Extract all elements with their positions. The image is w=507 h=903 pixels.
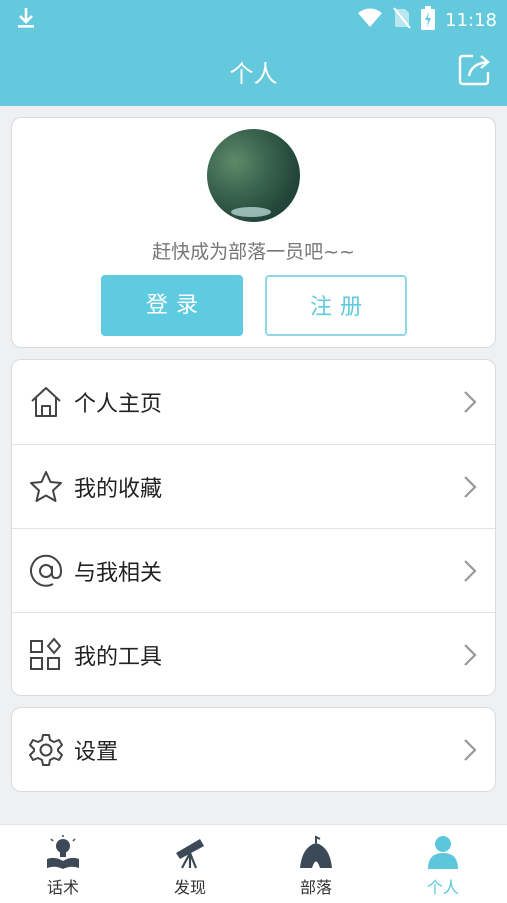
menu-item-tools[interactable]: 我的工具 (12, 612, 495, 696)
menu-item-label: 个人主页 (74, 392, 163, 417)
menu-card: 个人主页 我的收藏 与我相关 我的工具 (11, 359, 496, 696)
app-header: 11:18 个人 (0, 0, 507, 106)
tab-label: 部落 (299, 878, 332, 897)
chevron-right-icon (463, 559, 477, 583)
chevron-right-icon (463, 475, 477, 499)
settings-card: 设置 (11, 707, 496, 792)
battery-icon (421, 6, 436, 34)
telescope-icon (172, 835, 208, 869)
register-button[interactable]: 注册 (265, 275, 407, 336)
tab-scripts[interactable]: 话术 (0, 825, 126, 903)
bottom-tab-bar: 话术 发现 部落 个人 (0, 824, 507, 903)
star-icon (28, 469, 64, 505)
title-bar: 个人 (0, 48, 507, 96)
status-time: 11:18 (445, 9, 497, 31)
tab-discover[interactable]: 发现 (127, 825, 253, 903)
wifi-icon (357, 7, 383, 33)
menu-item-mentions[interactable]: 与我相关 (12, 528, 495, 612)
menu-item-label: 我的收藏 (74, 477, 163, 502)
tab-label: 个人 (426, 878, 459, 897)
download-icon (16, 6, 36, 34)
profile-tagline: 赶快成为部落一员吧~~ (152, 241, 355, 263)
share-icon[interactable] (457, 52, 493, 88)
avatar-highlight (231, 207, 271, 217)
menu-item-homepage[interactable]: 个人主页 (12, 360, 495, 444)
no-sim-icon (393, 7, 411, 33)
tab-personal[interactable]: 个人 (380, 825, 506, 903)
home-icon (28, 384, 64, 420)
page-title: 个人 (229, 60, 278, 88)
settings-label: 设置 (74, 740, 119, 765)
menu-item-label: 我的工具 (74, 645, 163, 670)
chevron-right-icon (463, 390, 477, 414)
gear-icon (28, 732, 64, 768)
chevron-right-icon (463, 643, 477, 667)
book-bulb-icon (45, 835, 81, 869)
status-bar: 11:18 (0, 0, 507, 38)
login-button[interactable]: 登录 (101, 275, 243, 336)
tools-icon (28, 637, 64, 673)
tab-tribe[interactable]: 部落 (253, 825, 379, 903)
chevron-right-icon (463, 738, 477, 762)
tab-label: 话术 (46, 878, 79, 897)
at-icon (28, 553, 64, 589)
avatar[interactable] (207, 129, 300, 222)
menu-item-label: 与我相关 (74, 561, 163, 586)
status-icons: 11:18 (357, 6, 497, 34)
menu-item-settings[interactable]: 设置 (12, 708, 495, 792)
profile-card: 赶快成为部落一员吧~~ 登录 注册 (11, 117, 496, 348)
tab-label: 发现 (173, 878, 206, 897)
menu-item-favorites[interactable]: 我的收藏 (12, 444, 495, 528)
person-icon (425, 835, 461, 869)
tent-icon (298, 835, 334, 869)
